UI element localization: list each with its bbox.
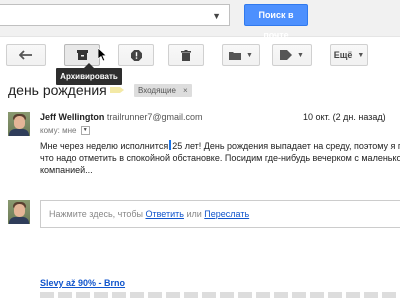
user-avatar — [8, 200, 30, 224]
message-date: 10 окт. (2 дн. назад) — [303, 112, 386, 122]
delete-button[interactable] — [168, 44, 204, 66]
recipient-label: кому: мне — [40, 126, 77, 135]
chevron-down-icon: ▼ — [246, 51, 253, 59]
search-button[interactable]: Поиск в почте — [244, 4, 308, 40]
archive-icon — [76, 50, 88, 60]
more-button[interactable]: Ещё ▼ — [330, 44, 368, 66]
mouse-cursor-icon — [98, 48, 108, 62]
more-button-label: Ещё — [333, 50, 353, 60]
sender-name[interactable]: Jeff Wellington — [40, 112, 104, 122]
spam-icon — [130, 49, 142, 61]
inbox-label-chip[interactable]: Входящие × — [134, 84, 192, 97]
search-input[interactable]: ▼ — [0, 4, 230, 26]
reply-prompt-text: Нажмите здесь, чтобы — [49, 209, 146, 219]
report-spam-button[interactable] — [118, 44, 154, 66]
ad-link[interactable]: Slevy až 90% - Brno — [40, 278, 125, 288]
recipient-line: кому: мне ▼ — [40, 126, 90, 136]
text-cursor — [169, 140, 172, 150]
message-body: Мне через неделю исполнится 25 лет! День … — [40, 140, 400, 176]
ad-description-text — [40, 292, 400, 298]
chevron-down-icon: ▼ — [357, 51, 365, 59]
recipient-details-dropdown-icon[interactable]: ▼ — [80, 126, 90, 136]
remove-label-icon[interactable]: × — [183, 86, 188, 95]
label-tag-icon — [280, 50, 293, 60]
sender-line: Jeff Wellington trailrunner7@gmail.com — [40, 112, 203, 122]
labels-button[interactable]: ▼ — [272, 44, 312, 66]
importance-marker-icon[interactable] — [110, 87, 124, 93]
back-arrow-icon — [19, 50, 32, 60]
folder-icon — [229, 51, 242, 60]
body-text-part1: Мне через неделю исполнится — [40, 141, 169, 151]
sender-avatar — [8, 112, 30, 136]
email-subject: день рождения — [8, 82, 107, 98]
chevron-down-icon: ▼ — [297, 51, 304, 59]
label-text: Входящие — [138, 86, 176, 95]
search-options-dropdown-icon[interactable]: ▼ — [212, 11, 221, 21]
body-text-part2: 25 лет! День рождения выпадает на среду,… — [172, 141, 400, 151]
archive-button[interactable] — [64, 44, 100, 66]
sender-email: trailrunner7@gmail.com — [106, 112, 203, 122]
body-line-3: компанией... — [40, 165, 93, 175]
move-to-button[interactable]: ▼ — [222, 44, 260, 66]
top-bar: ▼ Поиск в почте — [0, 0, 400, 40]
reply-link[interactable]: Ответить — [145, 209, 183, 219]
back-button[interactable] — [6, 44, 46, 66]
reply-box[interactable]: Нажмите здесь, чтобы Ответить или Пересл… — [40, 200, 400, 228]
body-line-2: что надо отметить в спокойной обстановке… — [40, 153, 400, 163]
forward-link[interactable]: Переслать — [204, 209, 249, 219]
reply-or-text: или — [183, 209, 205, 219]
trash-icon — [181, 49, 191, 61]
